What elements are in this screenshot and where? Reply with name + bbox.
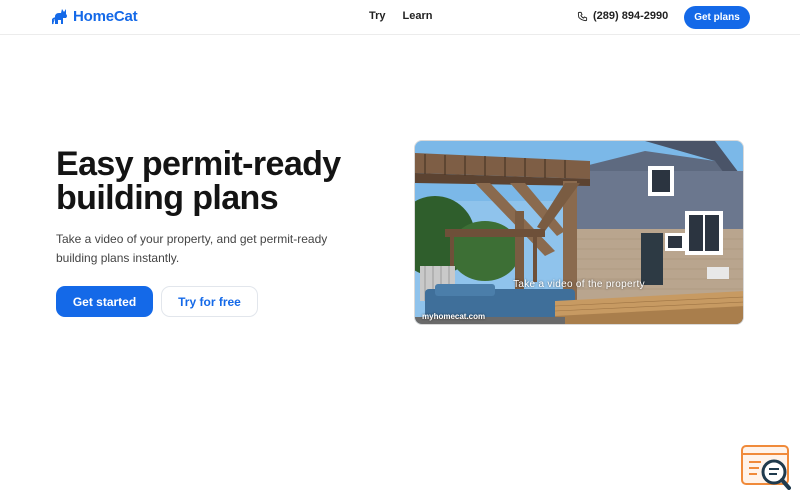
video-caption: Take a video of the property (513, 279, 645, 290)
brand-name: HomeCat (73, 8, 138, 25)
cat-icon (52, 9, 67, 25)
property-video[interactable]: Take a video of the property myhomecat.c… (414, 140, 744, 325)
homecat-logo[interactable]: HomeCat (52, 8, 138, 25)
hero-subtitle: Take a video of your property, and get p… (56, 232, 328, 265)
top-navbar: HomeCat Try Learn (289) 894-2990 Get pla… (0, 0, 800, 35)
hero-title: Easy permit-ready building plans (56, 147, 386, 215)
phone-icon (577, 11, 588, 21)
phone-link[interactable]: (289) 894-2990 (577, 10, 668, 22)
try-for-free-button[interactable]: Try for free (161, 286, 258, 317)
get-plans-button[interactable]: Get plans (684, 6, 750, 29)
hero-title-line2: building plans (56, 179, 279, 217)
nav-links: Try Learn (369, 10, 432, 22)
search-chat-icon (741, 445, 791, 490)
phone-number: (289) 894-2990 (593, 10, 669, 22)
hero-title-line1: Easy permit-ready (56, 145, 341, 183)
get-started-button[interactable]: Get started (56, 286, 153, 317)
help-chat-widget[interactable] (741, 445, 791, 490)
nav-link-learn[interactable]: Learn (403, 10, 433, 22)
video-frame-illustration (415, 141, 743, 324)
video-watermark: myhomecat.com (422, 312, 486, 321)
nav-link-try[interactable]: Try (369, 10, 386, 22)
